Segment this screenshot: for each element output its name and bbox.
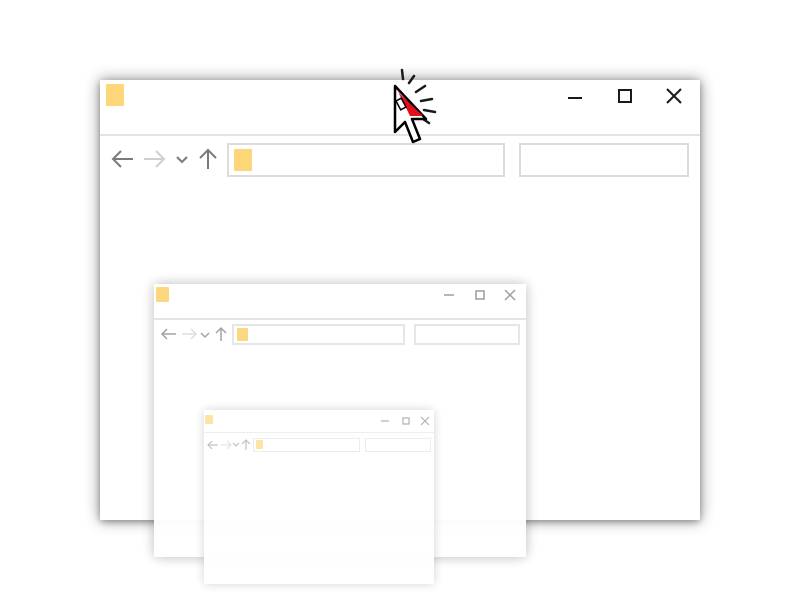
close-icon[interactable]	[420, 416, 430, 426]
minimize-icon[interactable]	[442, 288, 456, 302]
folder-icon	[237, 328, 248, 341]
minimize-icon[interactable]	[380, 416, 390, 426]
address-bar[interactable]	[227, 143, 505, 177]
forward-arrow-icon[interactable]	[180, 327, 198, 341]
explorer-window-inner	[204, 410, 434, 584]
maximize-icon[interactable]	[473, 288, 487, 302]
close-icon[interactable]	[664, 86, 684, 106]
close-icon[interactable]	[503, 288, 517, 302]
minimize-icon[interactable]	[565, 88, 585, 108]
title-bar[interactable]	[154, 284, 526, 320]
address-bar[interactable]	[232, 324, 405, 345]
back-arrow-icon[interactable]	[110, 148, 136, 170]
search-box[interactable]	[365, 438, 431, 452]
back-arrow-icon[interactable]	[160, 327, 178, 341]
folder-icon	[156, 287, 169, 302]
folder-icon	[106, 84, 124, 106]
recent-dropdown-icon[interactable]	[175, 154, 189, 166]
search-box[interactable]	[519, 143, 689, 177]
up-arrow-icon[interactable]	[214, 326, 228, 342]
search-box[interactable]	[414, 324, 520, 345]
maximize-icon[interactable]	[615, 86, 635, 106]
mouse-pointer-click-icon	[393, 68, 437, 144]
maximize-icon[interactable]	[401, 416, 411, 426]
content-area[interactable]	[204, 456, 434, 584]
recent-dropdown-icon[interactable]	[200, 331, 210, 339]
address-bar[interactable]	[253, 438, 360, 452]
forward-arrow-icon[interactable]	[141, 148, 167, 170]
desktop	[0, 0, 800, 600]
folder-icon	[256, 440, 263, 449]
folder-icon	[205, 415, 213, 424]
up-arrow-icon[interactable]	[197, 147, 219, 171]
folder-icon	[234, 149, 252, 171]
back-arrow-icon[interactable]	[207, 440, 219, 450]
forward-arrow-icon[interactable]	[220, 440, 232, 450]
up-arrow-icon[interactable]	[241, 439, 251, 451]
recent-dropdown-icon[interactable]	[232, 442, 240, 448]
title-bar[interactable]	[204, 410, 434, 433]
